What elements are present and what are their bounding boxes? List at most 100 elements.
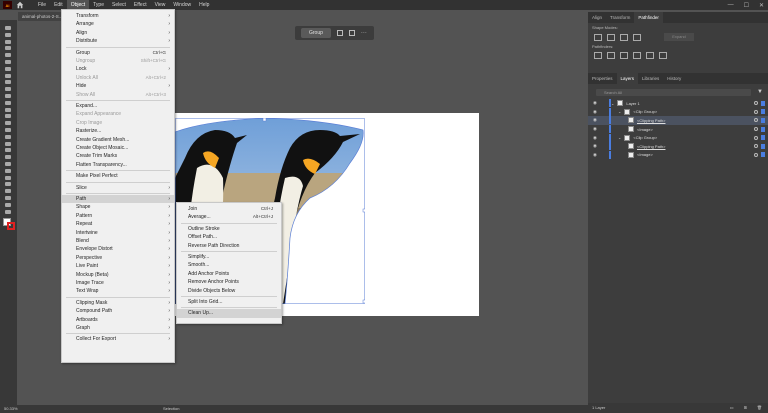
visibility-eye-icon[interactable]: ◉ (593, 135, 597, 141)
close-icon[interactable]: ✕ (759, 2, 764, 9)
paintbrush-tool-icon[interactable] (5, 80, 11, 85)
curvature-tool-icon[interactable] (5, 53, 11, 58)
menu-item-show-all[interactable]: Show All Alt+Ctrl+3 (62, 91, 174, 99)
submenu-item-smooth[interactable]: Smooth... (177, 261, 281, 269)
pencil-tool-icon[interactable] (5, 87, 11, 92)
menu-item-artboards[interactable]: Artboards › (62, 316, 174, 324)
document-tab[interactable]: animal-photos-2-S... (18, 12, 67, 21)
tab-pathfinder[interactable]: Pathfinder (634, 12, 663, 23)
symbol-sprayer-tool-icon[interactable] (5, 175, 11, 180)
tab-libraries[interactable]: Libraries (638, 73, 663, 84)
maximize-icon[interactable]: ☐ (744, 2, 749, 9)
stroke-swatch-icon[interactable] (7, 222, 15, 230)
more-options-icon[interactable]: ··· (361, 30, 367, 36)
submenu-item-split-into-grid[interactable]: Split Into Grid... (177, 298, 281, 306)
gradient-tool-icon[interactable] (5, 155, 11, 160)
menu-item-ungroup[interactable]: Ungroup Shift+Ctrl+G (62, 57, 174, 65)
exclude-icon[interactable] (633, 33, 641, 41)
blend-tool-icon[interactable] (5, 168, 11, 173)
submenu-item-reverse-path-direction[interactable]: Reverse Path Direction (177, 242, 281, 250)
intersect-icon[interactable] (620, 33, 628, 41)
layer-name[interactable]: <Clip Group> (633, 135, 657, 140)
target-circle-icon[interactable] (754, 127, 758, 132)
menu-item-slice[interactable]: Slice › (62, 184, 174, 192)
selection-indicator[interactable] (761, 117, 765, 123)
menu-item-arrange[interactable]: Arrange › (62, 20, 174, 28)
menu-item-compound-path[interactable]: Compound Path › (62, 307, 174, 315)
merge-icon[interactable] (620, 52, 628, 59)
shaper-tool-icon[interactable] (5, 94, 11, 98)
delete-icon[interactable]: 🗑 (757, 403, 762, 413)
layer-row[interactable]: ◉ ⌄ <Clip Group> (588, 133, 768, 142)
minus-back-icon[interactable] (659, 52, 667, 59)
layer-row[interactable]: ◉ <Image> (588, 125, 768, 134)
submenu-item-average[interactable]: Average... Alt+Ctrl+J (177, 213, 281, 221)
menu-item-envelope-distort[interactable]: Envelope Distort › (62, 245, 174, 253)
menu-item-create-gradient-mesh[interactable]: Create Gradient Mesh... (62, 136, 174, 144)
direct-selection-tool-icon[interactable] (5, 32, 11, 37)
submenu-item-divide-objects-below[interactable]: Divide Objects Below (177, 287, 281, 295)
expand-toggle-icon[interactable]: ⌄ (611, 101, 614, 106)
selection-indicator[interactable] (761, 152, 765, 158)
menu-item-align[interactable]: Align › (62, 29, 174, 37)
new-layer-icon[interactable]: ⊞ (744, 403, 747, 413)
unite-icon[interactable] (594, 33, 602, 41)
target-circle-icon[interactable] (754, 144, 758, 149)
submenu-item-simplify[interactable]: Simplify... (177, 253, 281, 261)
visibility-eye-icon[interactable]: ◉ (593, 117, 597, 123)
layer-row[interactable]: ◉ <Clipping Path> (588, 116, 768, 125)
menu-item-make-pixel-perfect[interactable]: Make Pixel Perfect (62, 172, 174, 180)
menu-item-path[interactable]: Path › (62, 195, 174, 204)
hand-tool-icon[interactable] (5, 202, 11, 207)
visibility-eye-icon[interactable]: ◉ (593, 126, 597, 132)
crop-icon[interactable] (633, 52, 641, 59)
menu-item-create-object-mosaic[interactable]: Create Object Mosaic... (62, 144, 174, 152)
menu-item-mockup-beta[interactable]: Mockup (Beta) › (62, 271, 174, 279)
layer-name[interactable]: <Clip Group> (633, 109, 657, 114)
menu-help[interactable]: Help (195, 0, 213, 10)
submenu-item-offset-path[interactable]: Offset Path... (177, 233, 281, 241)
layer-row[interactable]: ◉ <Image> (588, 150, 768, 160)
mesh-tool-icon[interactable] (5, 148, 11, 153)
graph-tool-icon[interactable] (5, 182, 11, 187)
artboard-tool-icon[interactable] (5, 189, 11, 194)
menu-item-group[interactable]: Group Ctrl+G (62, 49, 174, 57)
expand-toggle-icon[interactable]: ⌄ (618, 109, 621, 114)
rotate-tool-icon[interactable] (5, 107, 11, 112)
new-sublayer-icon[interactable]: ▭ (730, 403, 734, 413)
tab-properties[interactable]: Properties (588, 73, 617, 84)
menu-item-blend[interactable]: Blend › (62, 237, 174, 245)
layer-name[interactable]: Layer 1 (626, 101, 639, 106)
visibility-eye-icon[interactable]: ◉ (593, 152, 597, 158)
visibility-eye-icon[interactable]: ◉ (593, 143, 597, 149)
menu-item-unlock-all[interactable]: Unlock All Alt+Ctrl+2 (62, 74, 174, 82)
selection-tool-icon[interactable] (5, 26, 11, 30)
menu-item-hide[interactable]: Hide › (62, 82, 174, 90)
pen-tool-icon[interactable] (5, 46, 11, 51)
duplicate-icon[interactable] (348, 30, 355, 36)
tab-align[interactable]: Align (588, 12, 606, 23)
layer-name[interactable]: <Image> (637, 127, 653, 132)
menu-item-distribute[interactable]: Distribute › (62, 37, 174, 45)
menu-item-perspective[interactable]: Perspective › (62, 254, 174, 262)
target-circle-icon[interactable] (754, 152, 758, 157)
line-tool-icon[interactable] (5, 66, 11, 71)
menu-item-rasterize[interactable]: Rasterize... (62, 127, 174, 135)
free-transform-tool-icon[interactable] (5, 128, 11, 132)
divide-icon[interactable] (594, 52, 602, 59)
menu-item-shape[interactable]: Shape › (62, 203, 174, 211)
target-circle-icon[interactable] (754, 109, 758, 114)
menu-item-collect-for-export[interactable]: Collect For Export › (62, 335, 174, 343)
width-tool-icon[interactable] (5, 121, 11, 126)
perspective-tool-icon[interactable] (5, 141, 11, 146)
selection-indicator[interactable] (761, 109, 765, 115)
menu-item-image-trace[interactable]: Image Trace › (62, 279, 174, 287)
submenu-item-clean-up[interactable]: Clean Up... (177, 309, 281, 318)
selection-indicator[interactable] (761, 100, 765, 106)
tab-history[interactable]: History (663, 73, 685, 84)
selection-indicator[interactable] (761, 135, 765, 141)
menu-file[interactable]: File (34, 0, 50, 10)
menu-item-lock[interactable]: Lock › (62, 65, 174, 73)
submenu-item-outline-stroke[interactable]: Outline Stroke (177, 225, 281, 233)
expand-toggle-icon[interactable]: ⌄ (618, 135, 621, 140)
